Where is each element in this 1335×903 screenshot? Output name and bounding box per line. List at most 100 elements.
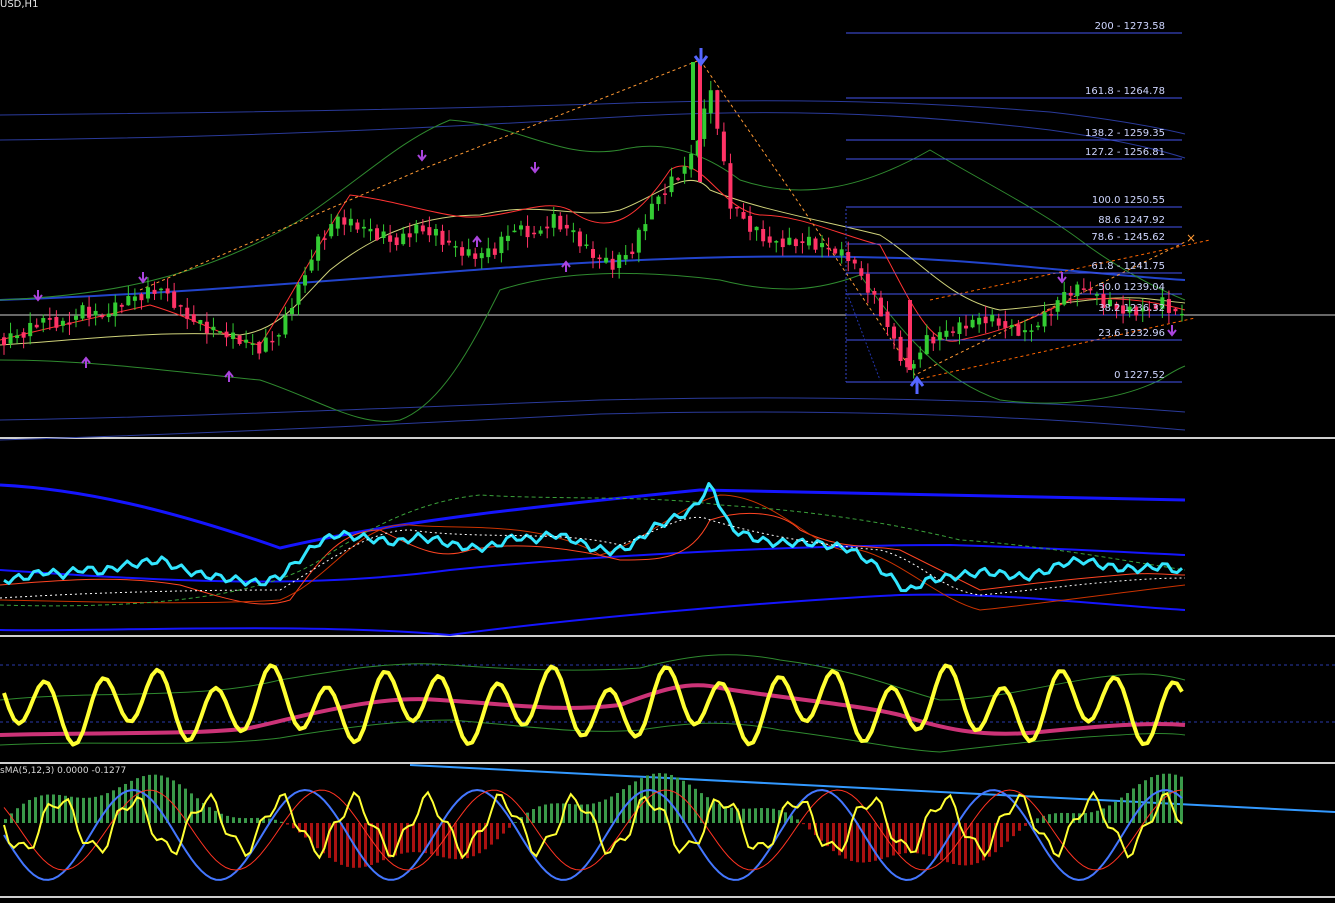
candle-body[interactable] [1088, 288, 1093, 291]
candle-body[interactable] [73, 315, 78, 320]
candle-body[interactable] [342, 217, 347, 225]
candle-body[interactable] [172, 291, 177, 308]
candle-body[interactable] [878, 297, 883, 317]
candle-body[interactable] [67, 322, 72, 325]
candle-body[interactable] [564, 224, 569, 229]
candle-body[interactable] [41, 318, 46, 323]
candle-body[interactable] [983, 316, 988, 324]
candle-body[interactable] [584, 244, 589, 246]
candle-body[interactable] [649, 203, 654, 220]
candle-body[interactable] [551, 214, 556, 228]
candle-body[interactable] [532, 232, 537, 235]
candle-body[interactable] [748, 215, 753, 232]
candle-body[interactable] [990, 314, 995, 322]
candle-body[interactable] [708, 90, 713, 114]
candle-body[interactable] [217, 331, 222, 333]
candle-body[interactable] [911, 364, 916, 369]
candle-body[interactable] [977, 317, 982, 325]
candle-body[interactable] [159, 288, 164, 291]
candle-body[interactable] [813, 238, 818, 250]
candle-body[interactable] [525, 225, 530, 238]
candle-body[interactable] [617, 254, 622, 268]
candle-body[interactable] [460, 247, 465, 256]
candle-body[interactable] [244, 339, 249, 343]
candle-body[interactable] [2, 337, 6, 346]
candle-body[interactable] [1068, 292, 1073, 296]
candle-body[interactable] [691, 62, 695, 140]
candle-body[interactable] [682, 166, 687, 174]
candle-body[interactable] [401, 233, 406, 245]
candle-body[interactable] [322, 238, 327, 240]
candle-body[interactable] [263, 337, 268, 352]
candle-body[interactable] [276, 335, 281, 337]
candle-body[interactable] [630, 251, 635, 255]
candle-body[interactable] [698, 62, 702, 182]
candle-body[interactable] [1180, 313, 1184, 316]
candle-body[interactable] [767, 236, 772, 243]
candle-body[interactable] [106, 313, 111, 318]
candle-body[interactable] [820, 243, 825, 248]
candle-body[interactable] [440, 230, 445, 245]
candle-body[interactable] [741, 212, 746, 219]
candle-body[interactable] [289, 308, 294, 315]
candle-body[interactable] [1173, 308, 1178, 312]
candle-body[interactable] [303, 275, 308, 286]
candle-body[interactable] [996, 318, 1001, 326]
candle-body[interactable] [761, 228, 766, 242]
candle-body[interactable] [165, 288, 170, 294]
candle-body[interactable] [865, 273, 870, 293]
candle-body[interactable] [885, 311, 890, 327]
candle-body[interactable] [126, 296, 131, 306]
candle-body[interactable] [93, 310, 98, 316]
candle-body[interactable] [669, 176, 674, 193]
candle-body[interactable] [918, 352, 923, 360]
candle-body[interactable] [610, 258, 615, 270]
candle-body[interactable] [505, 235, 510, 242]
candle-body[interactable] [597, 257, 602, 260]
candle-body[interactable] [643, 224, 648, 232]
candle-body[interactable] [8, 333, 13, 344]
candle-body[interactable] [152, 289, 157, 294]
candle-body[interactable] [28, 322, 33, 337]
candle-body[interactable] [21, 332, 26, 338]
candle-body[interactable] [806, 236, 811, 246]
candle-body[interactable] [499, 236, 504, 254]
candle-body[interactable] [191, 314, 196, 322]
candle-body[interactable] [1062, 292, 1067, 305]
candle-body[interactable] [957, 322, 962, 334]
candle-body[interactable] [793, 239, 798, 247]
candle-body[interactable] [296, 284, 301, 305]
candle-body[interactable] [113, 302, 118, 317]
candle-body[interactable] [231, 332, 236, 340]
candle-body[interactable] [414, 224, 419, 234]
candle-body[interactable] [1081, 288, 1086, 290]
candle-body[interactable] [924, 335, 929, 355]
candle-body[interactable] [80, 305, 85, 319]
candle-body[interactable] [839, 249, 844, 256]
candle-body[interactable] [1036, 325, 1041, 328]
candle-body[interactable] [1009, 325, 1014, 328]
candle-body[interactable] [250, 343, 255, 345]
candle-body[interactable] [388, 235, 393, 242]
candle-body[interactable] [721, 131, 726, 162]
candle-body[interactable] [447, 240, 452, 243]
candle-body[interactable] [283, 315, 288, 335]
candle-body[interactable] [139, 294, 144, 301]
candle-body[interactable] [316, 236, 321, 261]
candle-body[interactable] [519, 225, 524, 230]
candle-body[interactable] [754, 226, 759, 231]
candle-body[interactable] [224, 331, 229, 338]
trading-chart-window[interactable]: × USD,H1 sMA(5,12,3) 0.0000 -0.1277 200 … [0, 0, 1335, 899]
candle-body[interactable] [787, 237, 792, 245]
candle-body[interactable] [964, 325, 969, 329]
candle-body[interactable] [826, 247, 831, 250]
candle-body[interactable] [859, 268, 864, 276]
candle-body[interactable] [368, 228, 373, 232]
candle-body[interactable] [1049, 314, 1054, 316]
candle-body[interactable] [800, 241, 805, 244]
candle-body[interactable] [591, 249, 595, 258]
candle-body[interactable] [780, 238, 785, 248]
candle-body[interactable] [15, 335, 20, 339]
candle-body[interactable] [852, 259, 857, 264]
candle-body[interactable] [375, 228, 380, 240]
